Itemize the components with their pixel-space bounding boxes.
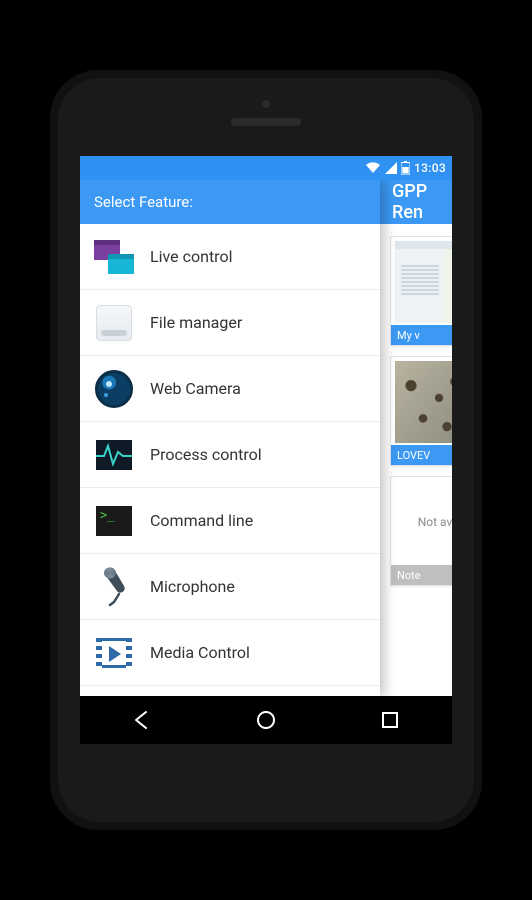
app-content: GPP Ren My v LOVEV [80,180,452,696]
live-control-icon [94,237,134,277]
screen: 13:03 GPP Ren [80,156,452,744]
nav-back-button[interactable] [128,706,156,734]
drawer-item-label: Media Control [150,643,366,662]
drawer-item-media-control[interactable]: Media Control [80,620,380,686]
nav-drawer: Select Feature: Live control File manage… [80,180,380,696]
battery-icon [401,161,410,175]
thumbnail-card[interactable]: My v [390,236,452,346]
media-control-icon [94,633,134,673]
drawer-item-label: File manager [150,313,366,332]
status-clock: 13:03 [414,161,446,175]
wifi-icon [365,162,381,174]
nav-recent-button[interactable] [376,706,404,734]
drawer-title: Select Feature: [80,180,380,224]
thumbnail-card[interactable]: Not av Note [390,476,452,586]
drawer-item-label: Live control [150,247,366,266]
app-title: GPP Ren [392,181,452,223]
phone-frame: 13:03 GPP Ren [50,70,482,830]
drawer-item-microphone[interactable]: Microphone [80,554,380,620]
drawer-item-label: Web Camera [150,379,366,398]
drawer-item-file-manager[interactable]: File manager [80,290,380,356]
thumbnail-card[interactable]: LOVEV [390,356,452,466]
drawer-item-command-line[interactable]: Command line [80,488,380,554]
android-nav-bar [80,696,452,744]
drawer-list: Live control File manager Web Camera [80,224,380,696]
file-manager-icon [94,303,134,343]
thumbnail-caption: My v [391,325,452,345]
drawer-item-live-control[interactable]: Live control [80,224,380,290]
web-camera-icon [94,369,134,409]
nav-home-button[interactable] [252,706,280,734]
microphone-icon [94,567,134,607]
thumbnail-caption: LOVEV [391,445,452,465]
command-line-icon [94,501,134,541]
drawer-item-next[interactable] [80,686,380,696]
thumbnail-image [395,361,452,443]
thumbnail-placeholder-text: Not av [395,481,452,563]
drawer-item-label: Command line [150,511,366,530]
process-control-icon [94,435,134,475]
drawer-item-label: Microphone [150,577,366,596]
status-bar: 13:03 [80,156,452,180]
earpiece-speaker [231,118,301,126]
thumbnail-image: Not av [395,481,452,563]
cell-signal-icon [385,162,397,174]
drawer-item-web-camera[interactable]: Web Camera [80,356,380,422]
drawer-item-label: Process control [150,445,366,464]
thumbnail-image [395,241,452,323]
phone-inner: 13:03 GPP Ren [58,78,474,822]
front-camera-dot [262,100,270,108]
stage: 13:03 GPP Ren [0,0,532,900]
drawer-item-process-control[interactable]: Process control [80,422,380,488]
thumbnail-caption: Note [391,565,452,585]
partial-icon [94,686,134,697]
